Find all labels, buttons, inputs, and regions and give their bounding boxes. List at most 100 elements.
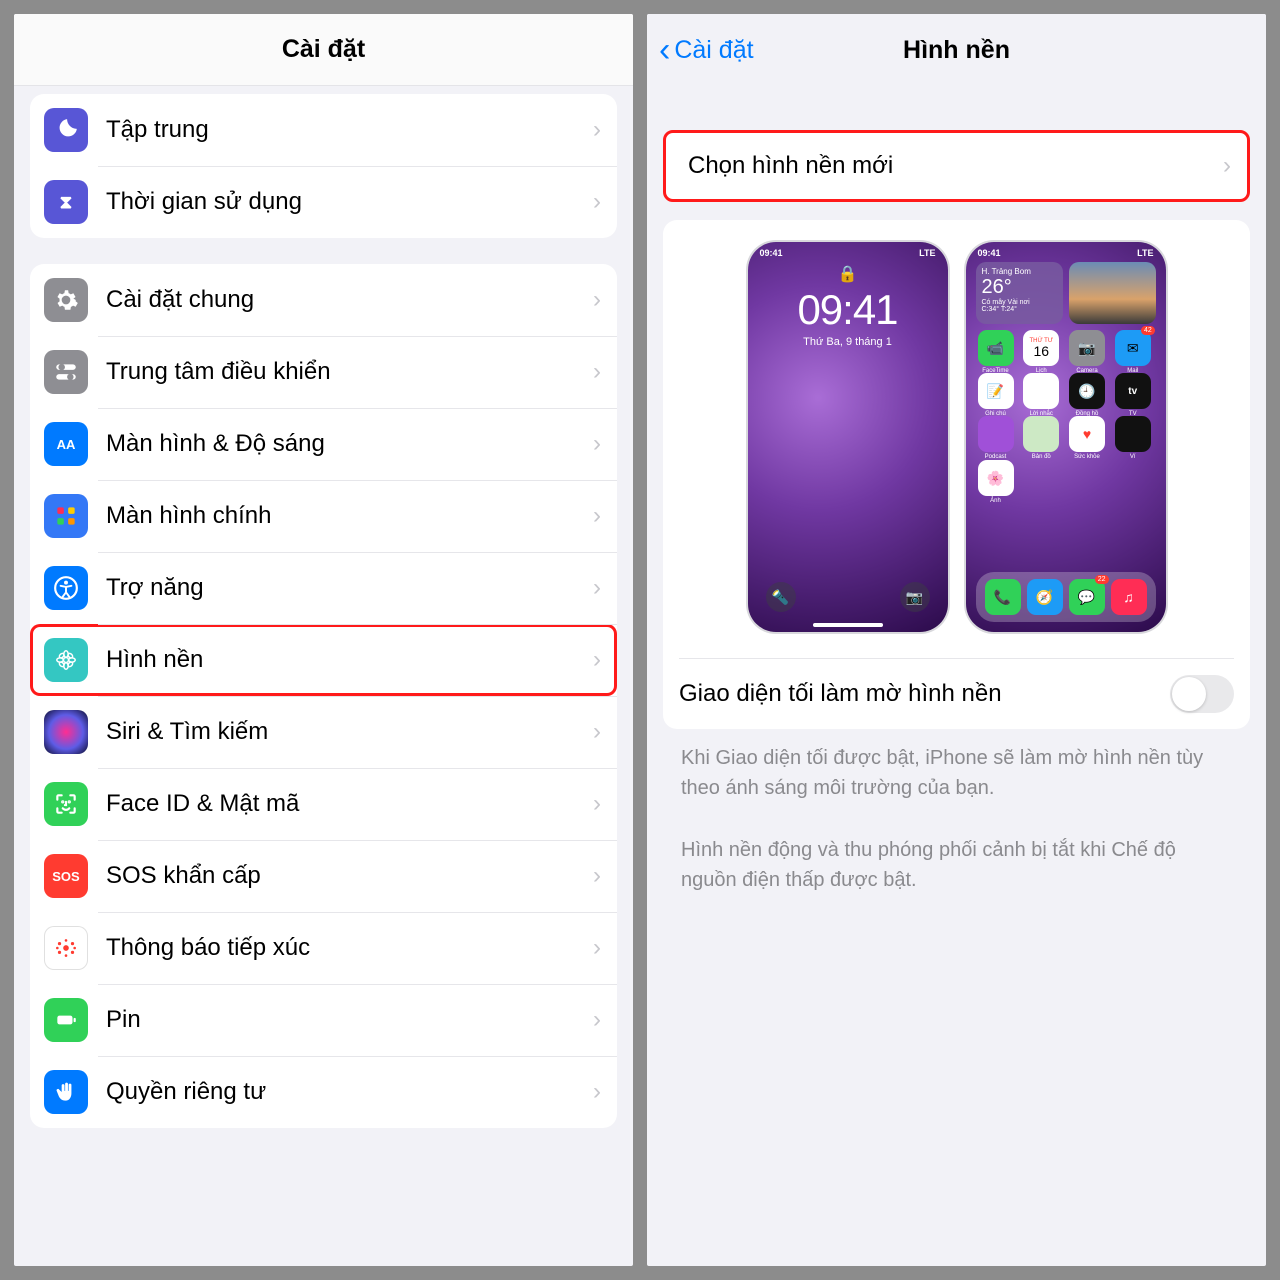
sos-icon: SOS	[44, 854, 88, 898]
row-label: SOS khẩn cấp	[106, 862, 593, 890]
app-icon: Ví	[1115, 416, 1151, 452]
weather-widget: H. Trảng Bom 26° Có mây Vài nơi C:34° T:…	[976, 262, 1063, 324]
lock-icon: 🔒	[748, 264, 948, 284]
row-faceid[interactable]: Face ID & Mật mã ›	[30, 768, 617, 840]
row-control-center[interactable]: Trung tâm điều khiển ›	[30, 336, 617, 408]
row-display[interactable]: AA Màn hình & Độ sáng ›	[30, 408, 617, 480]
preview-row: 09:41 LTE 🔒 09:41 Thứ Ba, 9 tháng 1 🔦 📷 …	[663, 220, 1250, 658]
chevron-left-icon: ‹	[659, 33, 670, 67]
row-focus[interactable]: Tập trung ›	[30, 94, 617, 166]
battery-icon	[44, 998, 88, 1042]
choose-wallpaper-group: Chọn hình nền mới ›	[663, 130, 1250, 202]
lock-time: 09:41	[748, 286, 948, 334]
navbar-title-right: Hình nền	[903, 36, 1010, 65]
lockscreen-preview[interactable]: 09:41 LTE 🔒 09:41 Thứ Ba, 9 tháng 1 🔦 📷	[748, 242, 948, 632]
homescreen-preview[interactable]: 09:41 LTE H. Trảng Bom 26° Có mây Vài nơ…	[966, 242, 1166, 632]
row-label: Tập trung	[106, 116, 593, 144]
weather-hilo: C:34° T:24°	[982, 306, 1057, 313]
status-signal: LTE	[919, 248, 935, 258]
row-general[interactable]: Cài đặt chung ›	[30, 264, 617, 336]
row-accessibility[interactable]: Trợ năng ›	[30, 552, 617, 624]
navbar-title-left: Cài đặt	[282, 35, 365, 64]
settings-panel-left: Cài đặt Tập trung › ⧗ Thời gian sử dụng …	[14, 14, 633, 1266]
statusbar: 09:41 LTE	[748, 242, 948, 258]
statusbar: 09:41 LTE	[966, 242, 1166, 258]
chevron-right-icon: ›	[593, 646, 601, 674]
app-icon: 📹FaceTime	[978, 330, 1014, 366]
chevron-right-icon: ›	[593, 358, 601, 386]
row-siri[interactable]: Siri & Tìm kiếm ›	[30, 696, 617, 768]
row-choose-wallpaper[interactable]: Chọn hình nền mới ›	[666, 133, 1247, 199]
app-icon: tvTV	[1115, 373, 1151, 409]
chevron-right-icon: ›	[1223, 152, 1231, 180]
row-label: Trung tâm điều khiển	[106, 358, 593, 386]
chevron-right-icon: ›	[593, 934, 601, 962]
siri-icon	[44, 710, 88, 754]
toggle-knob	[1172, 677, 1206, 711]
text-size-icon: AA	[44, 422, 88, 466]
content-left: Tập trung › ⧗ Thời gian sử dụng › Cài đặ…	[14, 86, 633, 1144]
hand-icon	[44, 1070, 88, 1114]
app-icon: Lời nhắc	[1023, 373, 1059, 409]
hourglass-icon: ⧗	[44, 180, 88, 224]
dock: 📞🧭💬22♫	[976, 572, 1156, 622]
app-icon: 📷Camera	[1069, 330, 1105, 366]
chevron-right-icon: ›	[593, 502, 601, 530]
row-homescreen[interactable]: Màn hình chính ›	[30, 480, 617, 552]
footnote-2: Hình nền động và thu phóng phối cảnh bị …	[663, 821, 1250, 895]
toggles-icon	[44, 350, 88, 394]
chevron-right-icon: ›	[593, 116, 601, 144]
row-label: Hình nền	[106, 646, 593, 674]
back-label: Cài đặt	[674, 36, 753, 65]
lock-bottom-icons: 🔦 📷	[748, 582, 948, 612]
row-label: Quyền riêng tư	[106, 1078, 593, 1106]
dock-app-icon: ♫	[1111, 579, 1147, 615]
row-label: Chọn hình nền mới	[688, 152, 1223, 180]
row-wallpaper[interactable]: Hình nền ›	[30, 624, 617, 696]
weather-temp: 26°	[982, 276, 1057, 299]
dark-dim-toggle-row[interactable]: Giao diện tối làm mờ hình nền	[663, 659, 1250, 729]
navbar-right: ‹ Cài đặt Hình nền	[647, 14, 1266, 86]
flashlight-icon: 🔦	[766, 582, 796, 612]
back-button[interactable]: ‹ Cài đặt	[659, 33, 754, 67]
app-icon: Podcast	[978, 416, 1014, 452]
row-sos[interactable]: SOS SOS khẩn cấp ›	[30, 840, 617, 912]
row-label: Pin	[106, 1006, 593, 1034]
row-exposure[interactable]: Thông báo tiếp xúc ›	[30, 912, 617, 984]
app-icon: 📝Ghi chú	[978, 373, 1014, 409]
settings-group-1: Tập trung › ⧗ Thời gian sử dụng ›	[30, 94, 617, 238]
toggle-switch[interactable]	[1170, 675, 1234, 713]
settings-group-2: Cài đặt chung › Trung tâm điều khiển › A…	[30, 264, 617, 1128]
app-icon: Bản đồ	[1023, 416, 1059, 452]
chevron-right-icon: ›	[593, 286, 601, 314]
app-icon: 🕘Đồng hồ	[1069, 373, 1105, 409]
chevron-right-icon: ›	[593, 862, 601, 890]
chevron-right-icon: ›	[593, 430, 601, 458]
row-battery[interactable]: Pin ›	[30, 984, 617, 1056]
app-icon: ♥Sức khỏe	[1069, 416, 1105, 452]
chevron-right-icon: ›	[593, 574, 601, 602]
wallpaper-panel-right: ‹ Cài đặt Hình nền Chọn hình nền mới › 0…	[647, 14, 1266, 1266]
app-icon: THỨ TƯ16Lịch	[1023, 330, 1059, 366]
row-label: Cài đặt chung	[106, 286, 593, 314]
row-privacy[interactable]: Quyền riêng tư ›	[30, 1056, 617, 1128]
camera-icon: 📷	[900, 582, 930, 612]
row-label: Trợ năng	[106, 574, 593, 602]
status-time: 09:41	[978, 248, 1001, 258]
gear-icon	[44, 278, 88, 322]
dock-app-icon: 🧭	[1027, 579, 1063, 615]
navbar-left: Cài đặt	[14, 14, 633, 86]
home-indicator	[813, 623, 883, 627]
faceid-icon	[44, 782, 88, 826]
exposure-icon	[44, 926, 88, 970]
app-grid-icon	[44, 494, 88, 538]
photo-widget	[1069, 262, 1156, 324]
status-time: 09:41	[760, 248, 783, 258]
row-label: Màn hình chính	[106, 502, 593, 530]
app-grid: 📹FaceTimeTHỨ TƯ16Lịch📷Camera✉︎42Mail📝Ghi…	[966, 330, 1166, 452]
chevron-right-icon: ›	[593, 790, 601, 818]
photos-app: 🌸Ảnh	[978, 460, 1014, 496]
wallpaper-preview-group: 09:41 LTE 🔒 09:41 Thứ Ba, 9 tháng 1 🔦 📷 …	[663, 220, 1250, 729]
row-screentime[interactable]: ⧗ Thời gian sử dụng ›	[30, 166, 617, 238]
moon-icon	[44, 108, 88, 152]
